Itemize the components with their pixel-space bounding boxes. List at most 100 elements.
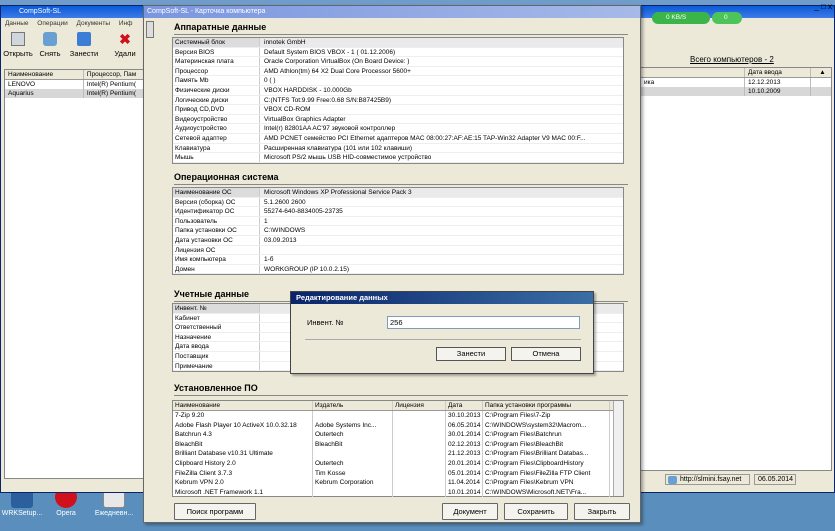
os-section-title: Операционная система: [174, 172, 279, 182]
computers-grid[interactable]: Наименование Процессор, Пам LENOVO Intel…: [4, 69, 146, 479]
table-cell: Outertech: [313, 430, 393, 440]
field-label: Ответственный: [173, 323, 260, 332]
status-url[interactable]: http://slmini.fsay.net: [665, 474, 750, 485]
field-label: Назначение: [173, 332, 260, 342]
table-row[interactable]: LENOVO Intel(R) Pentium(: [5, 80, 145, 89]
apply-button[interactable]: Занести: [436, 347, 506, 361]
table-cell: [313, 411, 393, 421]
table-cell: [313, 449, 393, 459]
table-row[interactable]: Мышь Microsoft PS/2 мышь USB HID-совмести…: [173, 153, 623, 163]
field-label: Домен: [173, 264, 260, 274]
table-row[interactable]: Batchrun 4.3 Outertech 30.01.2014 C:\Progra…: [173, 430, 623, 440]
table-row[interactable]: Adobe Flash Player 10 ActiveX 10.0.32.18…: [173, 420, 623, 431]
table-row[interactable]: FileZilla Client 3.7.3 Tim Kosse 05.01.201…: [173, 468, 623, 479]
field-label: Поставщик: [173, 351, 260, 361]
search-programs-button[interactable]: Поиск программ: [174, 503, 256, 520]
field-label: Логические диски: [173, 95, 260, 105]
menu-documents[interactable]: Документы: [77, 20, 111, 27]
software-section-title: Установленное ПО: [174, 383, 258, 393]
status-date: 06.05.2014: [754, 474, 796, 485]
document-button[interactable]: Документ: [442, 503, 498, 520]
table-row[interactable]: Видеоустройство VirtualBox Graphics Adapt…: [173, 114, 623, 125]
table-cell: [393, 458, 446, 469]
software-grid[interactable]: Наименование Издатель Лицензия Дата Папк…: [172, 400, 624, 498]
table-cell: C:\Program Files\Brilliant Databas...: [483, 449, 610, 459]
cancel-button[interactable]: Отмена: [511, 347, 581, 361]
table-row[interactable]: Clipboard History 2.0 Outertech 20.01.2014…: [173, 458, 623, 469]
field-label: Идентификатор ОС: [173, 207, 260, 216]
table-row[interactable]: Процессор AMD Athlon(tm) 64 X2 Dual Core …: [173, 66, 623, 77]
table-row[interactable]: Материнская плата Oracle Corporation Virt…: [173, 57, 623, 67]
field-value: [260, 352, 264, 361]
field-value: innotek GmbH: [264, 39, 306, 46]
card-scroll-handle[interactable]: [146, 21, 154, 38]
edit-data-dialog: Редактирование данных Инвент. № Занести …: [290, 291, 594, 374]
field-value: VBOX HARDDISK - 10.000Gb: [264, 86, 352, 94]
table-row[interactable]: Домен WORKGROUP (IP 10.0.2.15): [173, 264, 623, 275]
table-row[interactable]: Системный блок innotek GmbH: [173, 38, 623, 48]
computer-card-window: CompSoft-SL - Карточка компьютера Аппара…: [143, 5, 641, 523]
field-label: Физические диски: [173, 85, 260, 95]
table-row[interactable]: 7-Zip 9.20 30.10.2013 C:\Program Files\7-Z…: [173, 411, 623, 421]
field-value: 1-б: [264, 256, 274, 264]
table-row[interactable]: Аудиоустройство Intel(r) 82801AA AC'97 зв…: [173, 124, 623, 134]
total-computers-link[interactable]: Всего компьютеров - 2: [690, 55, 774, 64]
field-label: Кабинет: [173, 313, 260, 323]
computers-grid-right[interactable]: Дата ввода ▲ ика 12.12.2013 10.10.2009: [640, 67, 832, 471]
menu-operations[interactable]: Операции: [37, 20, 67, 27]
table-row[interactable]: Привод CD,DVD VBOX CD-ROM: [173, 105, 623, 115]
delete-button[interactable]: ✖ Удали: [105, 32, 145, 58]
table-cell: Microsoft .NET Framework 1.1: [173, 487, 313, 498]
table-row[interactable]: Версия (сборка) ОС 5.1.2600 2600: [173, 197, 623, 208]
open-button[interactable]: Открыть: [3, 32, 33, 58]
table-cell: 06.05.2014: [446, 420, 483, 431]
globe-icon: [668, 476, 677, 484]
field-value: 5.1.2600 2600: [264, 198, 306, 206]
table-row[interactable]: Дата установки ОС 03.09.2013: [173, 235, 623, 246]
inventory-number-input[interactable]: [387, 316, 580, 329]
os-table[interactable]: Наименование ОС Microsoft Windows XP Prof…: [172, 187, 624, 276]
hardware-table[interactable]: Системный блок innotek GmbH Версия BIOS Def…: [172, 37, 624, 164]
table-row[interactable]: Aquarius Intel(R) Pentium(: [5, 89, 145, 98]
table-row[interactable]: Идентификатор ОС 55274-640-8834005-23735: [173, 207, 623, 217]
menu-info[interactable]: Инф: [119, 20, 133, 27]
field-label: Материнская плата: [173, 57, 260, 66]
table-row[interactable]: Клавиатура Расширенная клавиатура (101 ил…: [173, 143, 623, 154]
field-label: Аудиоустройство: [173, 124, 260, 133]
field-label: Мышь: [173, 153, 260, 162]
table-row[interactable]: Физические диски VBOX HARDDISK - 10.000Gb: [173, 85, 623, 96]
field-label: Дата ввода: [173, 342, 260, 351]
scroll-up-icon[interactable]: ▲: [811, 68, 831, 77]
table-row[interactable]: Пользователь 1: [173, 216, 623, 227]
table-row[interactable]: Версия BIOS Default System BIOS VBOX - 1 …: [173, 47, 623, 58]
save-button[interactable]: Сохранить: [504, 503, 568, 520]
field-value: VBOX CD-ROM: [264, 106, 311, 114]
table-row[interactable]: Память Mb 0 ( ): [173, 76, 623, 86]
window-controls[interactable]: _ □ x: [796, 2, 832, 12]
table-row[interactable]: Логические диски C:(NTFS Tot:9.99 Free:0.…: [173, 95, 623, 106]
table-cell: [393, 420, 446, 431]
table-row[interactable]: Brilliant Database v10.31 Ultimate 21.12.…: [173, 449, 623, 459]
menu-data[interactable]: Данные: [5, 20, 28, 27]
table-row[interactable]: ика 12.12.2013: [641, 78, 831, 87]
field-value: [260, 304, 264, 313]
table-row[interactable]: Имя компьютера 1-б: [173, 255, 623, 265]
table-row[interactable]: Сетевой адаптер AMD PCNET семейство PCI E…: [173, 133, 623, 144]
table-row[interactable]: Лицензия ОС: [173, 245, 623, 256]
table-row[interactable]: BleachBit BleachBit 02.12.2013 C:\Program F…: [173, 439, 623, 450]
table-row[interactable]: Kebrum VPN 2.0 Kebrum Corporation 11.04.20…: [173, 478, 623, 488]
table-row[interactable]: Microsoft .NET Framework 1.1 10.01.2014 C:…: [173, 487, 623, 498]
table-row[interactable]: Папка установки ОС C:\WINDOWS: [173, 226, 623, 236]
table-row[interactable]: Наименование ОС Microsoft Windows XP Prof…: [173, 188, 623, 198]
field-value: [260, 246, 264, 255]
field-value: Oracle Corporation VirtualBox (On Board …: [264, 58, 410, 66]
table-row[interactable]: 10.10.2009: [641, 87, 831, 96]
add-button[interactable]: Занести: [69, 32, 99, 58]
software-scrollbar[interactable]: [613, 401, 623, 496]
remove-button[interactable]: Снять: [35, 32, 65, 58]
field-label: Привод CD,DVD: [173, 105, 260, 114]
table-cell: Adobe Systems Inc...: [313, 420, 393, 431]
card-body: Аппаратные данные Системный блок innotek …: [164, 20, 634, 498]
table-cell: C:\Program Files\ClipboardHistory: [483, 458, 610, 469]
close-button[interactable]: Закрыть: [574, 503, 630, 520]
